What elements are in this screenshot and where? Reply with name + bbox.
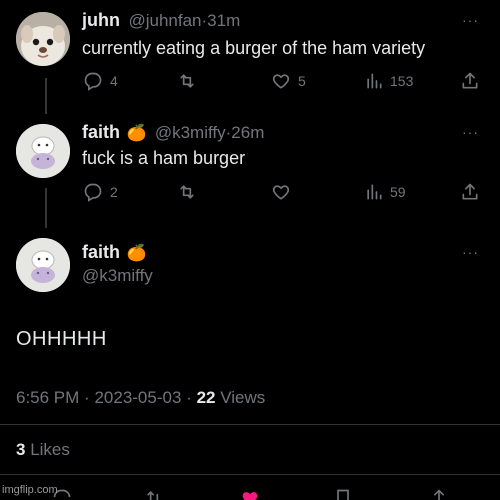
retweet-button[interactable] [176, 71, 198, 91]
avatar[interactable] [16, 124, 70, 178]
timestamp[interactable]: 26m [231, 123, 264, 142]
reply-count: 4 [110, 73, 118, 89]
retweet-icon[interactable] [142, 488, 166, 500]
divider [0, 424, 500, 425]
tweet-text: currently eating a burger of the ham var… [82, 38, 426, 58]
analytics-icon [367, 73, 382, 89]
liked-heart-icon[interactable] [238, 488, 262, 500]
reply-icon [84, 183, 102, 202]
reply-icon [84, 72, 102, 91]
like-button[interactable]: 5 [270, 71, 306, 91]
share-button[interactable] [460, 181, 480, 203]
main-tweet-text: OHHHHH [16, 328, 107, 350]
display-name[interactable]: faith [82, 122, 120, 142]
view-count: 59 [390, 184, 406, 200]
watermark: imgflip.com [2, 484, 58, 496]
cartoon-avatar-image [16, 238, 70, 292]
retweet-icon [180, 185, 194, 199]
reply-button[interactable]: 2 [82, 182, 118, 202]
likes-count: 3 [16, 440, 26, 459]
avatar[interactable] [16, 238, 70, 292]
user-handle[interactable]: @juhnfan [128, 11, 201, 30]
cartoon-avatar-image [16, 124, 70, 178]
more-options-icon[interactable]: ··· [462, 124, 479, 140]
heart-icon [272, 185, 290, 200]
dog-avatar-image [16, 12, 70, 66]
views-count: 22 [196, 388, 216, 407]
user-handle[interactable]: @k3miffy [155, 123, 226, 142]
divider [0, 474, 500, 475]
retweet-icon [180, 74, 194, 88]
like-button[interactable] [270, 182, 292, 202]
retweet-button[interactable] [176, 182, 198, 202]
display-name[interactable]: juhn [82, 10, 120, 30]
likes-stat[interactable]: 3 Likes [16, 440, 70, 460]
views-button[interactable]: 59 [364, 182, 406, 202]
share-icon [462, 72, 478, 89]
avatar[interactable] [16, 12, 70, 66]
bookmark-icon[interactable] [332, 488, 354, 500]
thread-line [45, 188, 47, 228]
more-options-icon[interactable]: ··· [462, 12, 479, 28]
timestamp[interactable]: 31m [207, 11, 240, 30]
share-button[interactable] [460, 70, 480, 92]
views-label: Views [220, 388, 266, 407]
like-count: 5 [298, 73, 306, 89]
display-name[interactable]: faith [82, 242, 120, 262]
orange-emoji: 🍊 [126, 245, 147, 262]
share-icon [462, 183, 478, 200]
reply-button[interactable]: 4 [82, 71, 118, 91]
separator-dot: · [84, 388, 90, 407]
post-date[interactable]: 2023-05-03 [94, 388, 181, 407]
user-handle[interactable]: @k3miffy [82, 266, 153, 286]
analytics-icon [367, 184, 382, 200]
tweet-meta: 6:56 PM · 2023-05-03 · 22 Views [16, 388, 265, 408]
more-options-icon[interactable]: ··· [462, 244, 479, 260]
tweet-text: fuck is a ham burger [82, 148, 246, 168]
view-count: 153 [390, 73, 414, 89]
post-time[interactable]: 6:56 PM [16, 388, 79, 407]
heart-icon [272, 74, 290, 89]
thread-line [45, 78, 47, 114]
views-button[interactable]: 153 [364, 71, 413, 91]
separator-dot: · [186, 388, 192, 407]
reply-count: 2 [110, 184, 118, 200]
likes-label: Likes [30, 440, 70, 459]
orange-emoji: 🍊 [126, 125, 147, 142]
share-icon[interactable] [428, 488, 450, 500]
